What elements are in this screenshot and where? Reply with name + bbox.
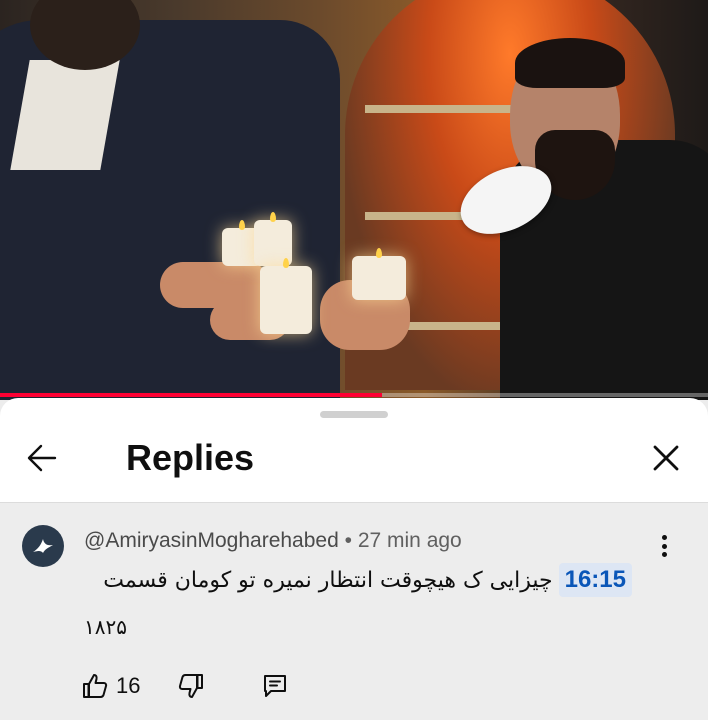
sheet-title: Replies: [126, 437, 255, 478]
close-icon: [653, 445, 679, 471]
comment-icon: [264, 675, 287, 697]
drag-handle[interactable]: [320, 411, 388, 418]
candle-flame: [239, 220, 245, 230]
meta-separator: •: [344, 529, 352, 552]
like-button[interactable]: 16: [80, 671, 140, 701]
arrow-left-icon: [27, 444, 57, 472]
video-player[interactable]: [0, 0, 708, 400]
close-button[interactable]: [646, 438, 686, 478]
candle-flame: [283, 258, 289, 268]
thumbs-down-icon: [179, 674, 204, 698]
back-button[interactable]: [22, 438, 62, 478]
replies-sheet: Replies @AmiryasinMogharehabed • 27 min …: [0, 398, 708, 720]
thumbs-up-icon: [83, 674, 108, 698]
timestamp-link[interactable]: 16:15: [558, 563, 632, 597]
kebab-dot: [661, 543, 667, 549]
reply-button[interactable]: [260, 671, 290, 701]
shelf: [365, 105, 515, 113]
more-options-button[interactable]: [652, 531, 676, 561]
comment-actions: 16: [80, 669, 290, 703]
comment-meta: @AmiryasinMogharehabed • 27 min ago: [84, 529, 462, 553]
kebab-dot: [661, 552, 667, 557]
comment-text-line1: 16:15 چیزایی ک هیچوقت انتظار نمیره تو کو…: [103, 563, 632, 597]
candle-flame: [376, 248, 382, 258]
comment-time: 27 min ago: [357, 529, 462, 552]
dislike-button[interactable]: [176, 671, 206, 701]
like-count: 16: [116, 673, 141, 698]
person-right-hair: [515, 38, 625, 88]
candle: [352, 256, 406, 300]
comment-text: چیزایی ک هیچوقت انتظار نمیره تو کومان قس…: [103, 567, 553, 593]
candle-flame: [270, 212, 276, 222]
video-progress-bar[interactable]: [0, 393, 708, 397]
bird-icon: [33, 539, 53, 553]
highlighted-comment: @AmiryasinMogharehabed • 27 min ago 16:1…: [0, 503, 708, 720]
video-progress-fill: [0, 393, 383, 397]
comment-text-line2: ۱۸۲۵: [84, 615, 127, 639]
sheet-header: Replies: [0, 424, 708, 502]
comment-author[interactable]: @AmiryasinMogharehabed: [84, 529, 339, 552]
avatar[interactable]: [22, 525, 64, 567]
kebab-dot: [661, 535, 667, 540]
candle: [260, 266, 312, 334]
